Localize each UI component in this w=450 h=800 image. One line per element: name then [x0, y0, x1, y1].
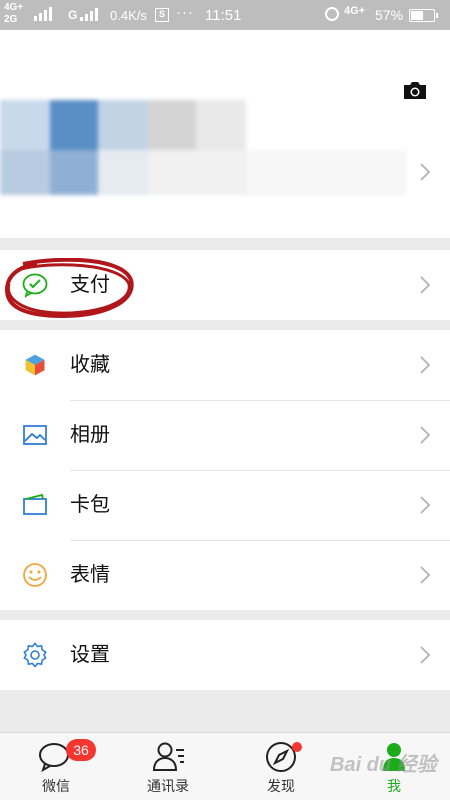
menu-item-label: 设置 [70, 644, 110, 666]
chevron-right-icon [420, 496, 430, 514]
battery-icon [409, 9, 438, 22]
main-menu-group: 收藏 相册 卡包 表情 [0, 330, 450, 610]
tab-discover[interactable]: 发现 [225, 733, 337, 800]
contacts-icon [152, 741, 184, 773]
photo-album-icon [22, 422, 48, 448]
discover-notification-dot [292, 742, 302, 752]
camera-icon[interactable] [402, 80, 428, 100]
network-type: 4G+ 2G [4, 2, 24, 25]
settings-group: 设置 [0, 620, 450, 690]
s-app-icon: S [155, 8, 169, 22]
baidu-watermark: Bai du 经验 [330, 754, 437, 776]
card-wallet-icon [22, 492, 48, 518]
menu-item-label: 卡包 [70, 494, 110, 516]
profile-header[interactable] [0, 30, 450, 238]
tab-chats[interactable]: 36 微信 [0, 733, 112, 800]
menu-item-pay[interactable]: 支付 [0, 250, 450, 320]
menu-item-card-wallet[interactable]: 卡包 [0, 470, 450, 540]
tab-label: 微信 [42, 778, 70, 794]
chevron-right-icon [420, 356, 430, 374]
status-bar: 4G+ 2G G 0.4K/s S ··· 11:51 4G+ 57% [0, 0, 450, 30]
blurred-profile-info [0, 100, 440, 225]
menu-item-album[interactable]: 相册 [0, 400, 450, 470]
battery-percent: 57% [375, 7, 404, 23]
more-notifications-icon: ··· [176, 4, 194, 21]
gear-icon [22, 642, 48, 668]
chevron-right-icon [420, 646, 430, 664]
menu-item-label: 表情 [70, 564, 110, 586]
menu-item-label: 收藏 [70, 354, 110, 376]
menu-item-stickers[interactable]: 表情 [0, 540, 450, 610]
carrier-g: G [68, 8, 78, 22]
menu-item-settings[interactable]: 设置 [0, 620, 450, 690]
tab-label: 发现 [267, 778, 295, 794]
chevron-right-icon [420, 276, 430, 294]
smiley-icon [22, 562, 48, 588]
signal-strength-icon [34, 7, 52, 21]
network-speed: 0.4K/s [110, 8, 147, 23]
chevron-right-icon [420, 566, 430, 584]
tab-label: 我 [387, 778, 401, 794]
unread-badge: 36 [66, 739, 96, 761]
menu-item-favorites[interactable]: 收藏 [0, 330, 450, 400]
network-type-right: 4G+ [344, 5, 366, 17]
menu-item-label: 相册 [70, 424, 110, 446]
chat-bubble-icon [38, 741, 70, 773]
clock: 11:51 [205, 7, 242, 24]
cube-icon [22, 352, 48, 378]
tab-contacts[interactable]: 通讯录 [112, 733, 224, 800]
chevron-right-icon [420, 163, 431, 186]
menu-item-label: 支付 [70, 274, 110, 296]
chevron-right-icon [420, 426, 430, 444]
alarm-icon [325, 7, 339, 21]
signal-strength-icon-2 [80, 8, 98, 21]
tab-label: 通讯录 [147, 778, 189, 794]
pay-group: 支付 [0, 250, 450, 320]
wechat-pay-icon [22, 272, 48, 298]
